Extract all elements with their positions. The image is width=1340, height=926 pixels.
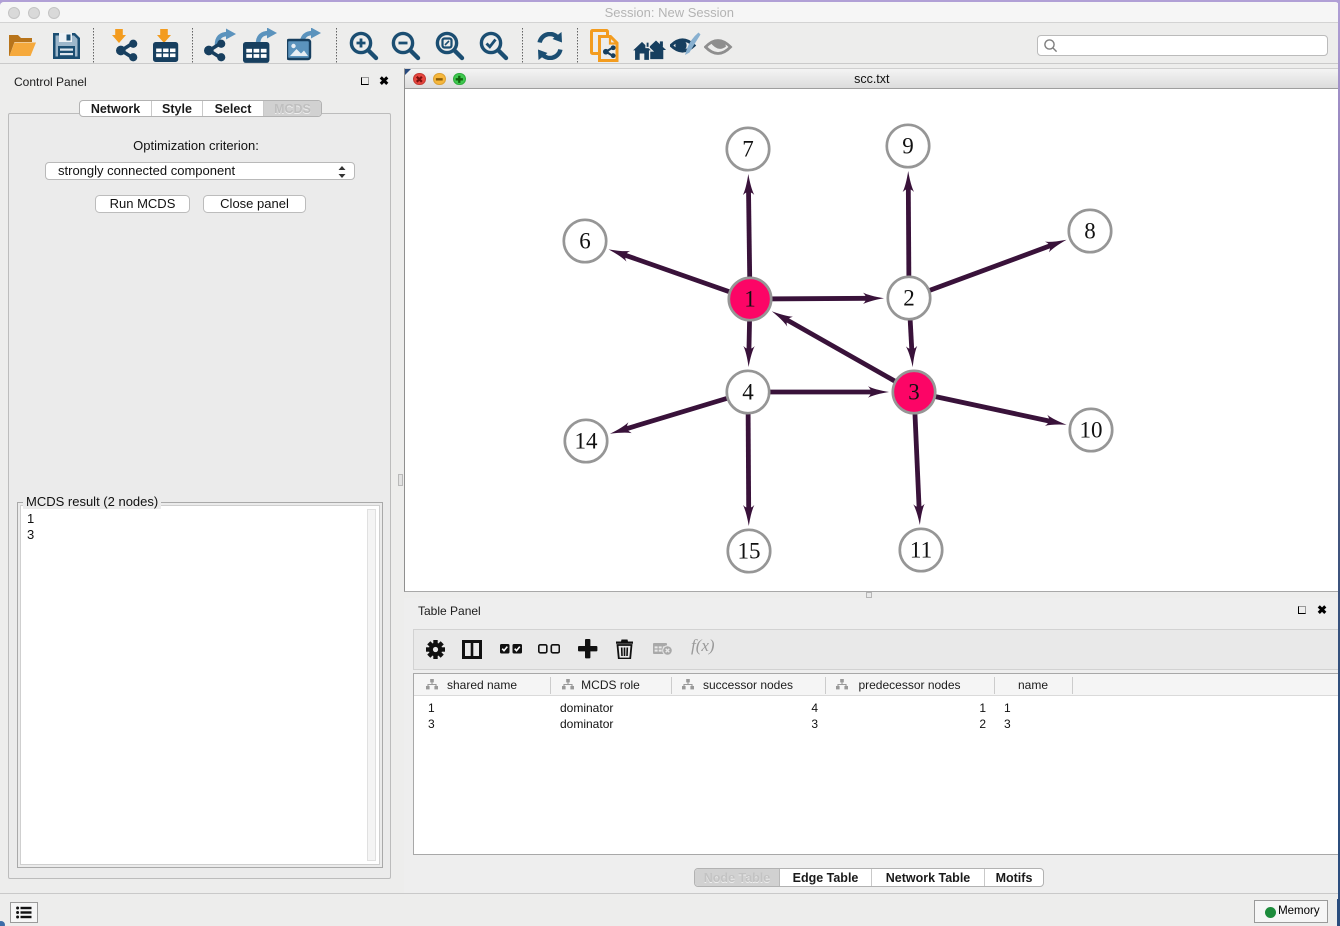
svg-text:10: 10 — [1080, 418, 1103, 443]
svg-text:9: 9 — [902, 134, 914, 159]
svg-text:7: 7 — [742, 137, 754, 162]
svg-text:4: 4 — [742, 380, 754, 405]
svg-text:8: 8 — [1084, 219, 1096, 244]
svg-text:2: 2 — [903, 286, 915, 311]
svg-text:1: 1 — [744, 287, 756, 312]
svg-text:6: 6 — [579, 229, 591, 254]
svg-text:3: 3 — [908, 380, 920, 405]
svg-text:11: 11 — [910, 538, 932, 563]
svg-text:15: 15 — [738, 539, 761, 564]
svg-text:14: 14 — [575, 429, 599, 454]
